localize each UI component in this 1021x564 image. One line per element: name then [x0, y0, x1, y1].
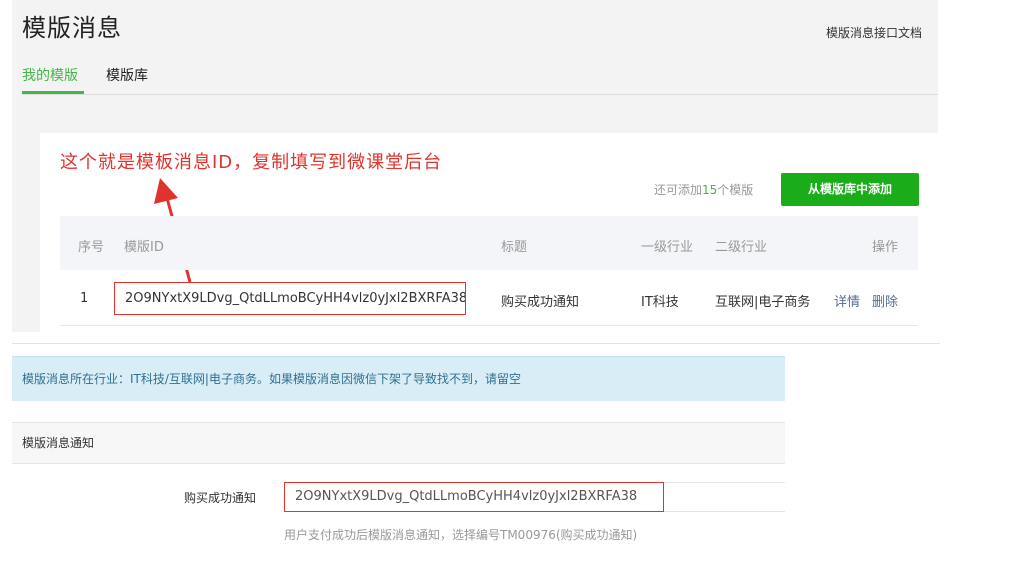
quota-prefix: 还可添加	[654, 183, 703, 197]
form-help-text: 用户支付成功后模版消息通知，选择编号TM00976(购买成功通知)	[284, 528, 638, 542]
quota-count: 15	[702, 183, 718, 197]
section-separator	[12, 343, 940, 344]
row-industry2: 互联网|电子商务	[715, 295, 811, 310]
column-header-industry1: 一级行业	[641, 240, 694, 255]
delete-link[interactable]: 删除	[872, 291, 898, 310]
table-header	[60, 216, 918, 270]
column-header-template-id: 模版ID	[124, 240, 164, 255]
industry-info-alert: 模版消息所在行业：IT科技/互联网|电子商务。如果模版消息因微信下架了导致找不到…	[12, 356, 785, 401]
section-title: 模版消息通知	[12, 422, 785, 464]
detail-link[interactable]: 详情	[834, 291, 860, 310]
page-title: 模版消息	[22, 14, 122, 42]
column-header-industry2: 二级行业	[715, 240, 768, 255]
column-header-actions: 操作	[872, 240, 899, 255]
annotation-text: 这个就是模板消息ID，复制填写到微课堂后台	[60, 152, 443, 173]
row-divider	[60, 325, 918, 326]
purchase-notice-label: 购买成功通知	[184, 491, 257, 505]
template-id-cell: 2O9NYxtX9LDvg_QtdLLmoBCyHH4vlz0yJxl2BXRF…	[114, 282, 466, 315]
row-industry1: IT科技	[641, 295, 679, 310]
row-index: 1	[80, 291, 89, 306]
add-from-library-button[interactable]: 从模版库中添加	[781, 173, 919, 206]
tab-template-library[interactable]: 模版库	[106, 65, 148, 85]
quota-suffix: 个模版	[717, 183, 754, 197]
tab-my-templates[interactable]: 我的模版	[22, 65, 78, 85]
column-header-index: 序号	[78, 240, 105, 255]
row-title: 购买成功通知	[501, 295, 580, 310]
template-id-input[interactable]: 2O9NYxtX9LDvg_QtdLLmoBCyHH4vlz0yJxl2BXRF…	[284, 482, 664, 512]
tabs-divider	[22, 94, 938, 95]
input-row-border	[664, 482, 785, 512]
api-docs-link[interactable]: 模版消息接口文档	[826, 24, 922, 41]
column-header-title: 标题	[501, 240, 528, 255]
remaining-quota: 还可添加15个模版	[654, 181, 753, 198]
